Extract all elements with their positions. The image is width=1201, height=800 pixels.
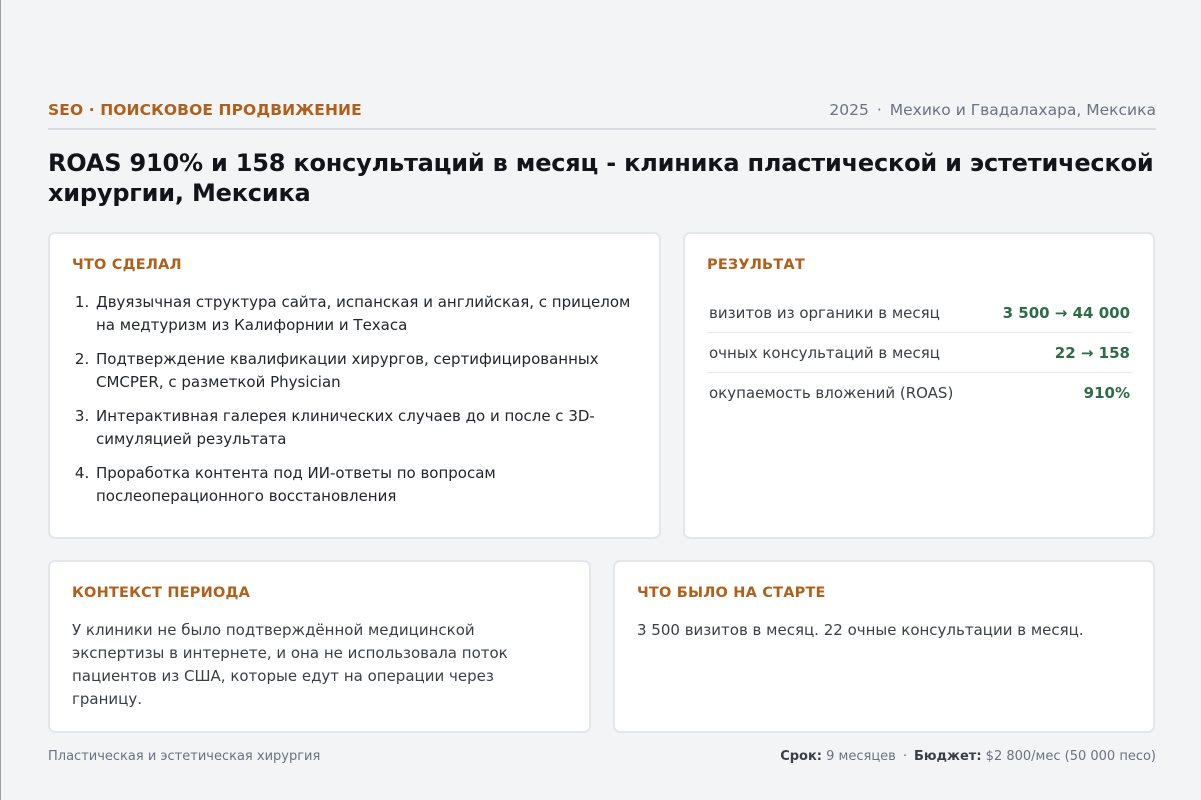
case-title: ROAS 910% и 158 консультаций в месяц - к… (48, 149, 1154, 207)
metric-label: очных консультаций в месяц (709, 343, 940, 362)
metric-value: 3 500 → 44 000 (1002, 303, 1130, 322)
case-location: Мехико и Гвадалахара, Мексика (889, 101, 1156, 119)
case-header: SEO · ПОИСКОВОЕ ПРОДВИЖЕНИЕ 2025 · Мехико … (48, 101, 1156, 130)
term-value: 9 месяцев (826, 749, 896, 764)
term-label: Срок: (780, 749, 823, 764)
steps-list: Двуязычная структура сайта, испанская и … (94, 291, 634, 519)
meta-separator: · (876, 101, 882, 119)
industry-label: Пластическая и эстетическая хирургия (48, 749, 321, 764)
metric-value: 910% (1083, 384, 1130, 402)
context-card: КОНТЕКСТ ПЕРИОДА У клиники не было подтв… (48, 560, 591, 733)
context-title: КОНТЕКСТ ПЕРИОДА (72, 585, 251, 601)
metric-row: очных консультаций в месяц 22 → 158 (707, 333, 1132, 373)
result-card: РЕЗУЛЬТАТ визитов из органики в месяц 3 … (683, 232, 1155, 539)
metric-row: окупаемость вложений (ROAS) 910% (707, 373, 1132, 413)
metric-label: визитов из органики в месяц (709, 303, 940, 322)
context-text: У клиники не было подтверждённой медицин… (72, 621, 508, 708)
metrics-list: визитов из органики в месяц 3 500 → 44 0… (707, 293, 1132, 413)
step-item: Двуязычная структура сайта, испанская и … (94, 291, 634, 337)
step-item: Интерактивная галерея клинических случае… (94, 405, 634, 451)
case-year: 2025 (829, 101, 869, 119)
category-eyebrow: SEO · ПОИСКОВОЕ ПРОДВИЖЕНИЕ (48, 101, 362, 119)
footer-separator: · (902, 749, 907, 764)
case-meta: 2025 · Мехико и Гвадалахара, Мексика (829, 101, 1156, 119)
metric-label: окупаемость вложений (ROAS) (709, 384, 954, 402)
terms-info: Срок: 9 месяцев · Бюджет: $2 800/мес (50 0… (780, 749, 1156, 764)
what-done-title: ЧТО СДЕЛАЛ (72, 257, 182, 273)
case-footer: Пластическая и эстетическая хирургия Сро… (48, 749, 1156, 764)
budget-label: Бюджет: (913, 749, 982, 764)
start-card: ЧТО БЫЛО НА СТАРТЕ 3 500 визитов в месяц… (613, 560, 1155, 733)
metric-value: 22 → 158 (1054, 343, 1130, 362)
budget-value: $2 800/мес (50 000 песо) (985, 749, 1156, 764)
result-title: РЕЗУЛЬТАТ (707, 257, 805, 273)
what-done-card: ЧТО СДЕЛАЛ Двуязычная структура сайта, и… (48, 232, 661, 539)
start-text: 3 500 визитов в месяц. 22 очные консульт… (637, 621, 1084, 639)
step-item: Проработка контента под ИИ-ответы по воп… (94, 462, 634, 508)
metric-row: визитов из органики в месяц 3 500 → 44 0… (707, 293, 1132, 333)
start-title: ЧТО БЫЛО НА СТАРТЕ (637, 585, 826, 601)
case-page: SEO · ПОИСКОВОЕ ПРОДВИЖЕНИЕ 2025 · Мехико … (48, 101, 1156, 764)
step-item: Подтверждение квалификации хирургов, сер… (94, 348, 634, 394)
